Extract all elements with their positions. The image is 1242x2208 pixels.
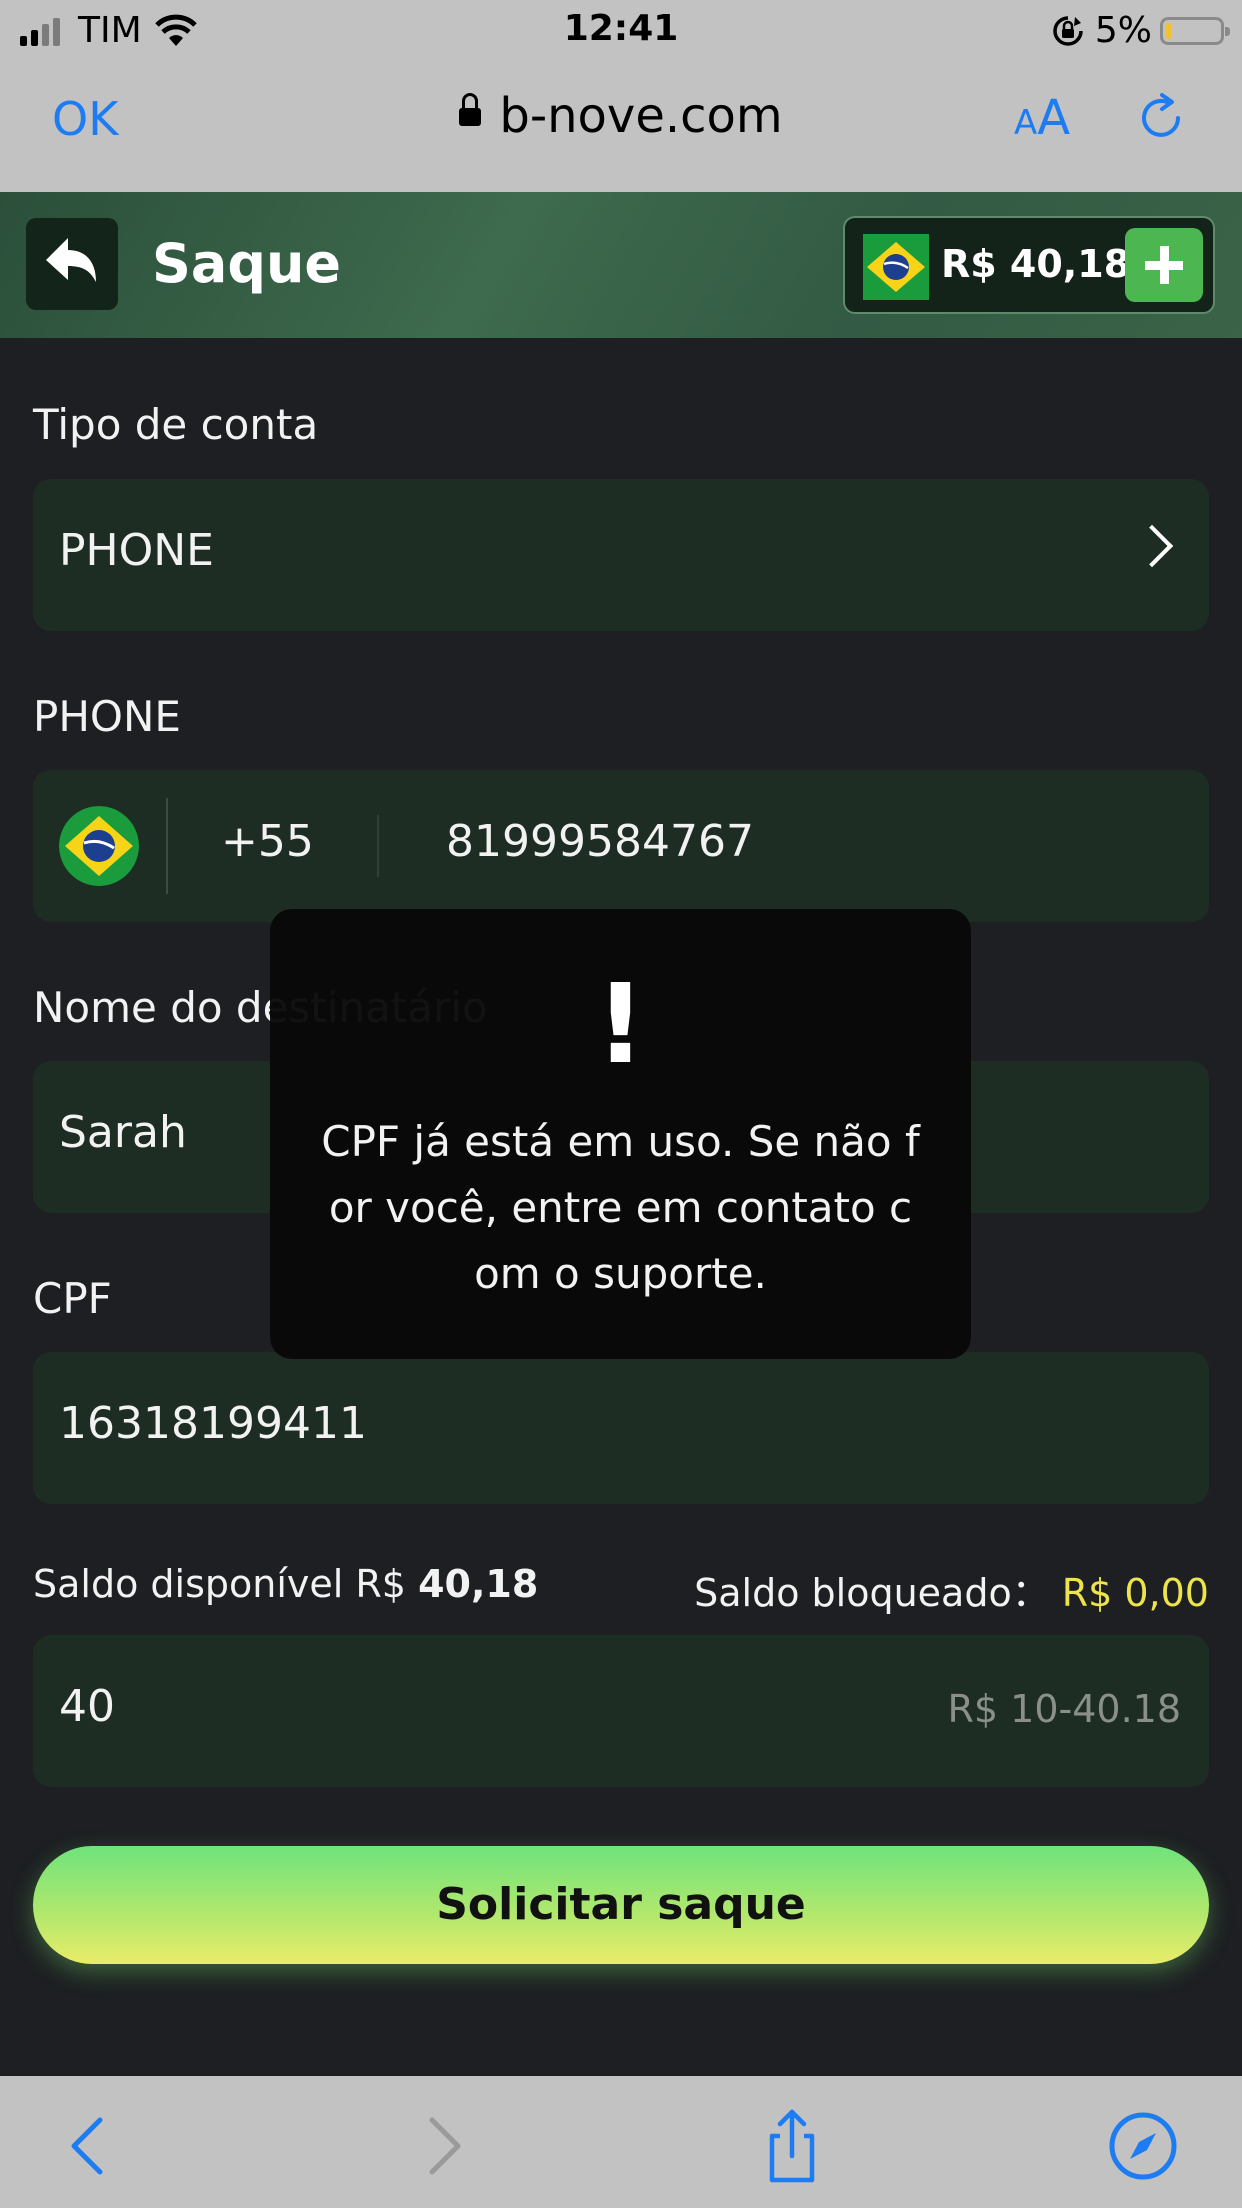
account-type-select[interactable]: PHONE xyxy=(33,479,1209,631)
balance-widget: R$ 40,18 xyxy=(843,216,1215,314)
orientation-lock-icon xyxy=(1053,15,1083,46)
exclamation-icon: ! xyxy=(595,960,646,1088)
available-balance-value: 40,18 xyxy=(418,1562,539,1606)
balance-amount: R$ 40,18 xyxy=(941,242,1131,286)
blocked-balance-label: Saldo bloqueado： xyxy=(694,1571,1050,1615)
back-chevron-icon[interactable] xyxy=(48,2106,128,2186)
page-title: Saque xyxy=(152,232,342,295)
back-button[interactable] xyxy=(26,218,118,310)
toast-message: CPF já está em uso. Se não for você, ent… xyxy=(321,1117,920,1298)
divider xyxy=(166,798,168,894)
cpf-input[interactable]: 16318199411 xyxy=(33,1352,1209,1504)
phone-label: PHONE xyxy=(33,692,181,741)
deposit-plus-button[interactable] xyxy=(1125,228,1203,302)
error-toast: ! CPF já está em uso. Se não for você, e… xyxy=(270,909,971,1359)
text-size-button[interactable]: AA xyxy=(1014,90,1070,146)
url-text: b-nove.com xyxy=(499,88,783,144)
browser-toolbar xyxy=(0,2076,1242,2208)
compass-icon[interactable] xyxy=(1103,2106,1183,2186)
account-type-label: Tipo de conta xyxy=(33,400,319,449)
available-balance-label: Saldo disponível R$ xyxy=(33,1562,406,1606)
available-balance: Saldo disponível R$ 40,18 xyxy=(33,1562,538,1606)
cpf-label: CPF xyxy=(33,1274,112,1323)
battery-icon xyxy=(1160,16,1230,45)
phone-number-input[interactable]: 81999584767 xyxy=(446,816,754,867)
status-right: 5% xyxy=(1051,10,1230,51)
status-bar: TIM 12:41 5% xyxy=(0,0,1242,64)
forward-chevron-icon[interactable] xyxy=(404,2106,484,2186)
phone-field: +55 81999584767 xyxy=(33,770,1209,922)
chevron-right-icon xyxy=(1130,524,1174,568)
withdraw-amount-value: 40 xyxy=(59,1681,115,1732)
battery-percent: 5% xyxy=(1094,10,1152,51)
text-size-small-glyph: A xyxy=(1014,103,1038,143)
account-type-value: PHONE xyxy=(59,525,214,576)
country-code[interactable]: +55 xyxy=(221,816,314,867)
reload-icon[interactable] xyxy=(1134,90,1190,146)
brazil-flag-icon xyxy=(863,234,929,300)
lock-icon xyxy=(459,93,482,126)
brazil-flag-icon[interactable] xyxy=(59,806,139,886)
amount-range-hint: R$ 10-40.18 xyxy=(947,1687,1181,1731)
cpf-value: 16318199411 xyxy=(59,1398,367,1449)
withdraw-amount-input[interactable]: 40 R$ 10-40.18 xyxy=(33,1635,1209,1787)
blocked-balance-value: R$ 0,00 xyxy=(1061,1571,1209,1615)
request-withdrawal-button[interactable]: Solicitar saque xyxy=(33,1846,1209,1964)
share-icon[interactable] xyxy=(752,2106,832,2186)
page-header: Saque R$ 40,18 xyxy=(0,192,1242,338)
blocked-balance: Saldo bloqueado： R$ 0,00 xyxy=(694,1562,1209,1617)
browser-url-bar: OK b-nove.com AA xyxy=(0,64,1242,192)
text-size-big-glyph: A xyxy=(1037,90,1071,146)
divider xyxy=(377,815,379,877)
back-arrow-icon xyxy=(46,238,96,282)
recipient-name-value: Sarah xyxy=(59,1107,187,1158)
